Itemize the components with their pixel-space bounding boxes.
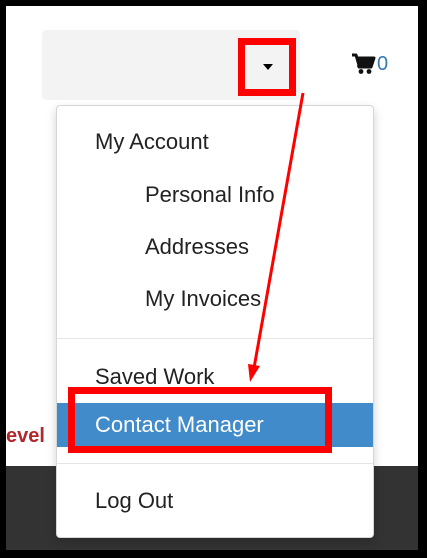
annotation-arrow: [248, 92, 305, 382]
page-frame: 0 evel My Account Personal Info Addresse…: [6, 6, 418, 550]
